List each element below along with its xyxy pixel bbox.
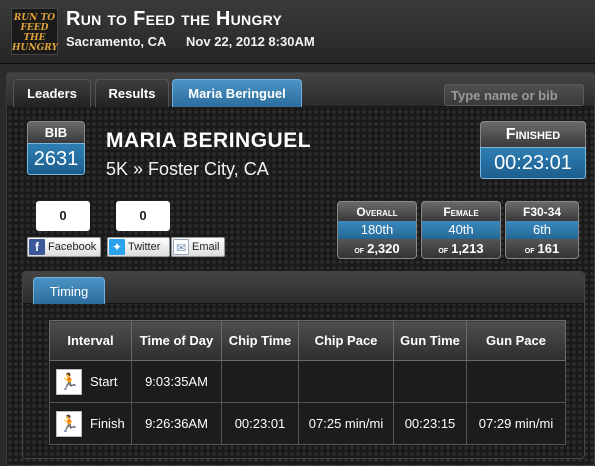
column-header: Gun Time xyxy=(393,320,467,361)
event-details: Sacramento, CA Nov 22, 2012 8:30AM xyxy=(66,34,331,49)
placement-division: F30-34 6th of 161 xyxy=(505,201,579,259)
runner-icon: 🏃 xyxy=(56,368,82,395)
of-label: of xyxy=(524,245,535,256)
logo-line: RUN TO xyxy=(13,13,56,23)
gun-pace-cell xyxy=(466,360,566,403)
placement-label: F30-34 xyxy=(505,201,579,221)
table-row: 🏃 Finish 9:26:36AM 00:23:01 07:25 min/mi… xyxy=(49,402,566,445)
interval-label: Finish xyxy=(90,416,125,431)
placement-rank: 6th xyxy=(505,221,579,239)
of-label: of xyxy=(354,245,365,256)
total-value: 2,320 xyxy=(367,241,400,256)
twitter-label: Twitter xyxy=(128,241,161,253)
facebook-icon: f xyxy=(29,239,45,255)
chip-pace-cell xyxy=(298,360,394,403)
event-datetime: Nov 22, 2012 8:30AM xyxy=(186,34,315,49)
placement-overall: Overall 180th of 2,320 xyxy=(337,201,417,259)
of-label: of xyxy=(438,245,449,256)
tab-results[interactable]: Results xyxy=(95,79,169,107)
event-header: RUN TO FEED THE HUNGRY Run to Feed the H… xyxy=(0,0,595,64)
placement-total: of 2,320 xyxy=(337,239,417,259)
placement-label: Overall xyxy=(337,201,417,221)
bib-label: BIB xyxy=(27,121,85,143)
finished-label: Finished xyxy=(480,121,586,147)
event-title: Run to Feed the Hungry xyxy=(66,8,283,30)
facebook-button[interactable]: f Facebook xyxy=(27,237,102,257)
table-row: 🏃 Start 9:03:35AM xyxy=(49,360,566,403)
email-share: ✉ Email xyxy=(171,237,225,257)
total-value: 1,213 xyxy=(451,241,484,256)
placement-rank: 40th xyxy=(421,221,501,239)
twitter-count: 0 xyxy=(116,201,170,231)
placement-total: of 1,213 xyxy=(421,239,501,259)
time-of-day-cell: 9:26:36AM xyxy=(131,402,222,445)
twitter-share: 0 ✦ Twitter xyxy=(107,201,170,257)
tab-bar: Leaders Results Maria Beringuel xyxy=(7,73,594,107)
runner-name: MARIA BERINGUEL xyxy=(106,129,312,152)
logo-line: FEED THE xyxy=(20,23,49,43)
bib-badge: BIB 2631 xyxy=(27,121,85,175)
chip-time-cell xyxy=(221,360,299,403)
runner-icon: 🏃 xyxy=(56,410,82,437)
email-icon: ✉ xyxy=(173,239,189,255)
facebook-share: 0 f Facebook xyxy=(27,201,102,257)
column-header: Chip Time xyxy=(221,320,299,361)
interval-cell: 🏃 Finish xyxy=(49,402,132,445)
table-header-row: Interval Time of Day Chip Time Chip Pace… xyxy=(49,320,566,361)
chip-pace-cell: 07:25 min/mi xyxy=(298,402,394,445)
event-logo[interactable]: RUN TO FEED THE HUNGRY xyxy=(11,8,58,55)
time-of-day-cell: 9:03:35AM xyxy=(131,360,222,403)
interval-cell: 🏃 Start xyxy=(49,360,132,403)
column-header: Gun Pace xyxy=(466,320,566,361)
tab-leaders[interactable]: Leaders xyxy=(13,79,91,107)
tab-runner[interactable]: Maria Beringuel xyxy=(172,79,302,107)
placement-total: of 161 xyxy=(505,239,579,259)
gun-time-cell xyxy=(393,360,467,403)
search-input[interactable] xyxy=(444,84,584,106)
email-button[interactable]: ✉ Email xyxy=(171,237,225,257)
column-header: Interval xyxy=(49,320,132,361)
column-header: Chip Pace xyxy=(298,320,394,361)
facebook-count: 0 xyxy=(36,201,90,231)
total-value: 161 xyxy=(537,241,560,256)
timing-tab-bar: Timing xyxy=(23,272,584,304)
event-location: Sacramento, CA xyxy=(66,34,167,49)
column-header: Time of Day xyxy=(131,320,222,361)
results-panel: Leaders Results Maria Beringuel BIB 2631… xyxy=(6,72,595,466)
tab-timing[interactable]: Timing xyxy=(33,277,105,304)
facebook-label: Facebook xyxy=(48,241,97,253)
placement-rank: 180th xyxy=(337,221,417,239)
finished-badge: Finished 00:23:01 xyxy=(480,121,586,179)
email-label: Email xyxy=(192,241,220,253)
twitter-button[interactable]: ✦ Twitter xyxy=(107,237,170,257)
splits-table: Interval Time of Day Chip Time Chip Pace… xyxy=(49,320,566,445)
placement-label: Female xyxy=(421,201,501,221)
gun-pace-cell: 07:29 min/mi xyxy=(466,402,566,445)
interval-label: Start xyxy=(90,374,118,389)
timing-section: Timing Interval Time of Day Chip Time Ch… xyxy=(22,271,585,459)
bib-number: 2631 xyxy=(27,143,85,175)
twitter-icon: ✦ xyxy=(109,239,125,255)
logo-line: HUNGRY xyxy=(12,43,58,53)
gun-time-cell: 00:23:15 xyxy=(393,402,467,445)
chip-time-cell: 00:23:01 xyxy=(221,402,299,445)
placement-female: Female 40th of 1,213 xyxy=(421,201,501,259)
finish-time: 00:23:01 xyxy=(480,147,586,179)
runner-race-location: 5K » Foster City, CA xyxy=(106,159,269,179)
